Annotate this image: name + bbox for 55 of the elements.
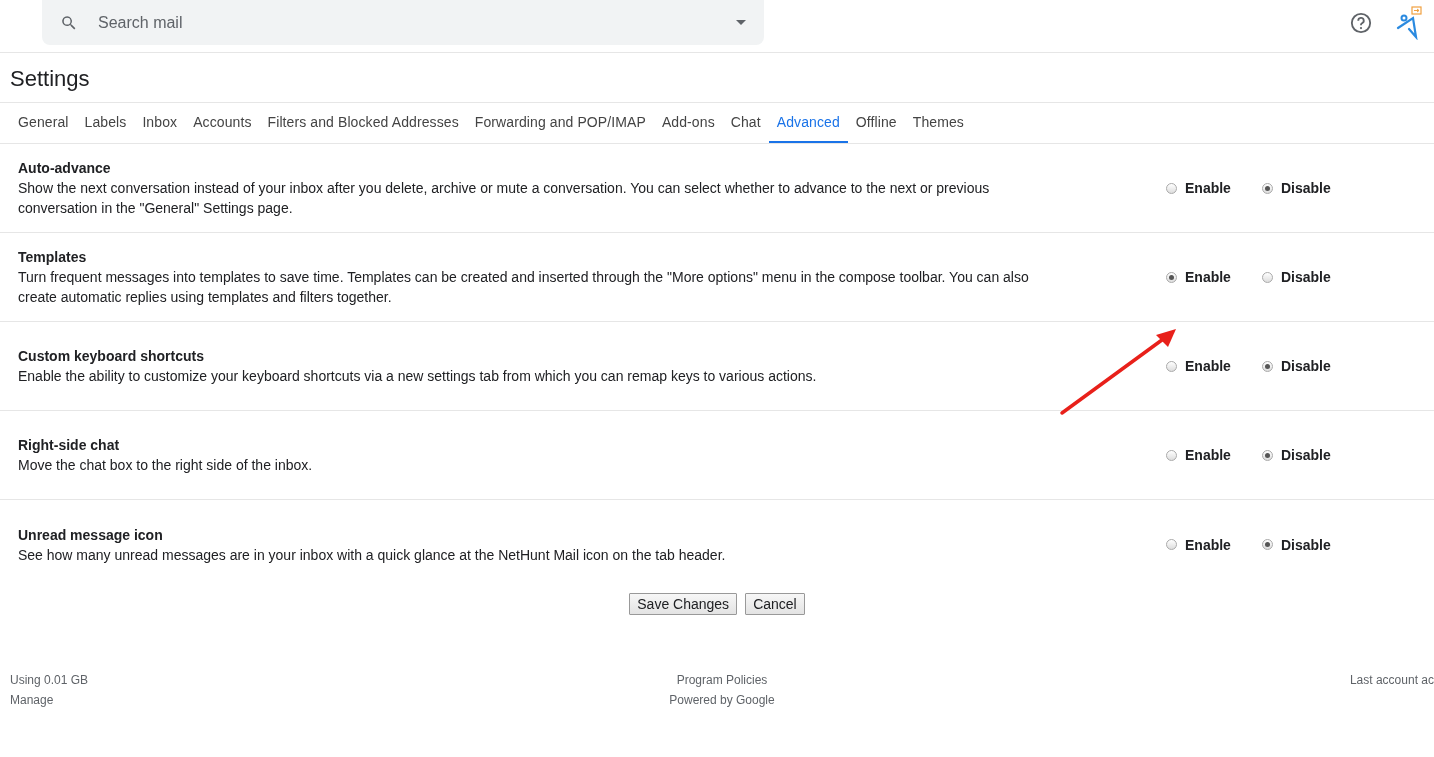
manage-link[interactable]: Manage [10, 690, 54, 710]
settings-tab[interactable]: Labels [76, 103, 135, 143]
settings-tab[interactable]: Chat [722, 103, 769, 143]
settings-tab[interactable]: Inbox [134, 103, 186, 143]
radio-label: Disable [1281, 447, 1331, 463]
settings-tab[interactable]: General [10, 103, 77, 143]
radio-label: Enable [1185, 358, 1231, 374]
setting-title: Custom keyboard shortcuts [18, 347, 205, 366]
radio-button[interactable] [1262, 360, 1273, 372]
setting-title: Right-side chat [18, 436, 121, 455]
radio-label: Enable [1185, 536, 1231, 553]
storage-usage: Using 0.01 GB [10, 672, 89, 689]
dropdown-caret-icon[interactable] [736, 20, 746, 25]
radio-button[interactable] [1166, 360, 1177, 372]
powered-by-text: Powered by Google [669, 692, 775, 709]
radio-label: Disable [1281, 536, 1331, 553]
radio-button[interactable] [1262, 449, 1273, 461]
settings-tab[interactable]: Advanced [768, 103, 848, 143]
radio-label: Enable [1185, 269, 1231, 285]
app-logo-icon[interactable] [1396, 6, 1422, 40]
setting-description: See how many unread messages are in your inbox with a quick glance at the NetHunt Mail icon on the tab header. [18, 545, 727, 565]
settings-tab[interactable]: Offline [847, 103, 905, 143]
radio-button[interactable] [1262, 182, 1273, 194]
last-activity-text: Last account ac [1349, 673, 1434, 687]
save-button[interactable]: Save Changes [629, 593, 738, 615]
radio-label: Disable [1281, 358, 1331, 374]
setting-description: Enable the ability to customize your keyboard shortcuts via a new settings tab from which you can remap keys to various actions. [18, 367, 818, 386]
program-policies-link[interactable]: Program Policies [676, 670, 768, 690]
radio-button[interactable] [1166, 182, 1177, 194]
radio-label: Enable [1185, 180, 1231, 196]
settings-tab[interactable]: Filters and Blocked Addresses [259, 103, 467, 143]
search-icon[interactable] [60, 13, 78, 32]
cancel-button[interactable]: Cancel [745, 593, 805, 615]
radio-button[interactable] [1262, 271, 1273, 283]
setting-title: Templates [18, 248, 88, 267]
radio-button[interactable] [1262, 539, 1273, 550]
radio-label: Disable [1281, 269, 1331, 285]
setting-title: Auto-advance [18, 159, 112, 178]
radio-label: Enable [1185, 447, 1231, 463]
radio-button[interactable] [1166, 449, 1177, 461]
help-icon[interactable] [1350, 12, 1372, 34]
radio-label: Disable [1281, 180, 1331, 196]
setting-description: Turn frequent messages into templates to save time. Templates can be created and inserted through the "More options" menu in the compose toolbar. You can also create automatic replies using templates and filters together. [18, 268, 1030, 307]
page-title: Settings [0, 53, 1434, 103]
setting-title: Unread message icon [18, 525, 164, 545]
search-field[interactable]: Search mail [42, 0, 764, 45]
settings-tab[interactable]: Accounts [185, 103, 260, 143]
radio-button[interactable] [1166, 539, 1177, 550]
search-input[interactable]: Search mail [96, 12, 736, 33]
settings-tab[interactable]: Add-ons [653, 103, 723, 143]
settings-tab[interactable]: Themes [904, 103, 972, 143]
radio-button[interactable] [1166, 271, 1177, 283]
setting-description: Show the next conversation instead of your inbox after you delete, archive or mute a conversation. You can select whether to advance to the next or previous conversation in the "General" Settings page. [18, 179, 991, 218]
settings-tab[interactable]: Forwarding and POP/IMAP [466, 103, 654, 143]
setting-description: Move the chat box to the right side of the inbox. [18, 456, 314, 475]
